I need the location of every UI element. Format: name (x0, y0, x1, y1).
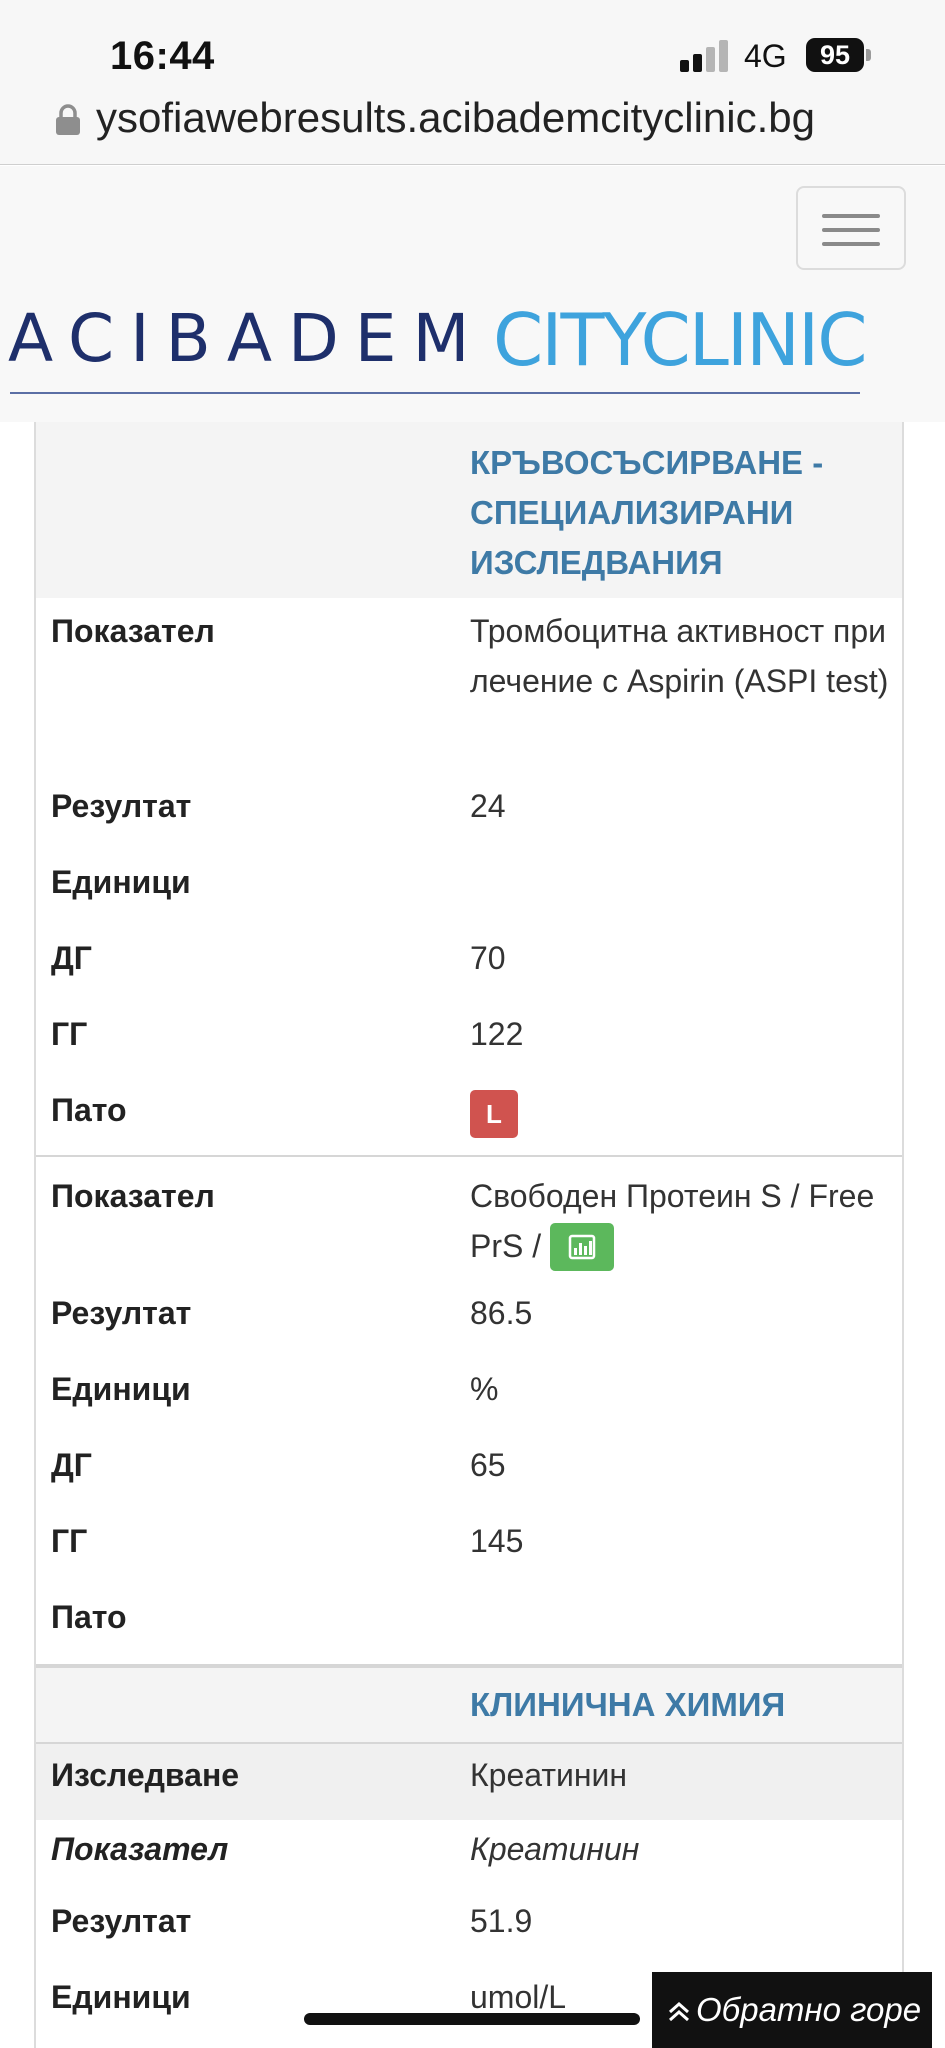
row-label: Показател (51, 613, 215, 649)
back-to-top-button[interactable]: Обратно горе (652, 1972, 932, 2048)
units-value: % (470, 1371, 499, 1407)
double-chevron-up-icon (669, 2002, 689, 2022)
row-label: Единици (51, 1371, 191, 1407)
upper-limit-value: 122 (470, 1016, 524, 1052)
patho-cell: L (470, 1085, 900, 1139)
study-value: Креатинин (470, 1757, 628, 1793)
result-value: 24 (470, 788, 506, 824)
logo-acibadem-text: ACIBADEM (8, 300, 486, 377)
test-block-free-prs: Показател Свободен Протеин S / Free PrS … (36, 1157, 902, 1666)
indicator-cell: Свободен Протеин S / Free PrS / (470, 1171, 900, 1271)
table-row: Показател Свободен Протеин S / Free PrS … (36, 1171, 902, 1288)
section-title: КЛИНИЧНА ХИМИЯ (470, 1686, 786, 1723)
table-row: Резултат 86.5 (36, 1288, 902, 1364)
row-label: Единици (51, 864, 191, 900)
battery-tip (866, 49, 871, 61)
table-row: Единици % (36, 1364, 902, 1440)
indicator-value: Тромбоцитна активност при лечение с Aspi… (470, 613, 889, 699)
address-bar-url[interactable]: ysofiawebresults.acibademcityclinic.bg (96, 94, 815, 142)
browser-chrome: 16:44 4G 95 ysofiawebresults.acibademcit… (0, 0, 945, 165)
table-row: ДГ 65 (36, 1440, 902, 1516)
section-header-clinical-chemistry: КЛИНИЧНА ХИМИЯ (36, 1666, 902, 1744)
section-title: КРЪВОСЪСИРВАНЕ - СПЕЦИАЛИЗИРАНИ ИЗСЛЕДВА… (470, 444, 824, 581)
row-label: Показател (51, 1831, 229, 1867)
row-label: Резултат (51, 788, 192, 824)
row-label: ГГ (51, 1016, 88, 1052)
bar-chart-icon[interactable] (550, 1222, 615, 1271)
row-label: Изследване (51, 1757, 240, 1793)
patho-low-badge: L (470, 1090, 518, 1139)
row-label: ДГ (51, 1447, 92, 1483)
lower-limit-value: 65 (470, 1447, 506, 1483)
result-value: 51.9 (470, 1903, 533, 1939)
row-label: ДГ (51, 940, 92, 976)
row-label: Пато (51, 1599, 127, 1635)
table-row: Изследване Креатинин (36, 1744, 902, 1820)
table-row: Показател Креатинин (36, 1820, 902, 1896)
section-header-coagulation: КРЪВОСЪСИРВАНЕ - СПЕЦИАЛИЗИРАНИ ИЗСЛЕДВА… (36, 422, 902, 598)
lock-icon (56, 104, 80, 135)
row-label: Резултат (51, 1295, 192, 1331)
home-indicator[interactable] (304, 2013, 640, 2025)
row-label: Показател (51, 1178, 215, 1214)
battery-icon: 95 (806, 38, 864, 72)
table-row: ГГ 122 (36, 1009, 902, 1085)
signal-icon (680, 40, 730, 72)
hamburger-menu-button[interactable] (796, 186, 906, 270)
status-time: 16:44 (110, 34, 215, 78)
row-label: ГГ (51, 1523, 88, 1559)
table-row: Показател Тромбоцитна активност при лече… (36, 606, 902, 781)
row-label: Резултат (51, 1903, 192, 1939)
acibadem-cityclinic-logo[interactable]: ACIBADEM CITYCLINIC (8, 298, 868, 406)
row-label: Пато (51, 1092, 127, 1128)
logo-cityclinic-text: CITYCLINIC (493, 298, 868, 382)
result-value: 86.5 (470, 1295, 533, 1331)
site-header: ACIBADEM CITYCLINIC (0, 166, 945, 422)
table-row: Резултат 51.9 (36, 1896, 902, 1972)
back-to-top-label: Обратно горе (696, 1991, 922, 2028)
logo-underline (10, 392, 860, 394)
table-row: Пато (36, 1592, 902, 1664)
table-row: ГГ 145 (36, 1516, 902, 1592)
indicator-value: Креатинин (470, 1831, 640, 1867)
test-block-aspi: Показател Тромбоцитна активност при лече… (36, 598, 902, 1157)
network-type: 4G (744, 38, 787, 74)
table-row: Единици (36, 857, 902, 933)
results-table: КРЪВОСЪСИРВАНЕ - СПЕЦИАЛИЗИРАНИ ИЗСЛЕДВА… (34, 422, 904, 2048)
table-row: Пато L (36, 1085, 902, 1155)
indicator-value: Свободен Протеин S / Free PrS / (470, 1178, 875, 1264)
table-row: ДГ 70 (36, 933, 902, 1009)
table-row: Резултат 24 (36, 781, 902, 857)
lower-limit-value: 70 (470, 940, 506, 976)
upper-limit-value: 145 (470, 1523, 524, 1559)
